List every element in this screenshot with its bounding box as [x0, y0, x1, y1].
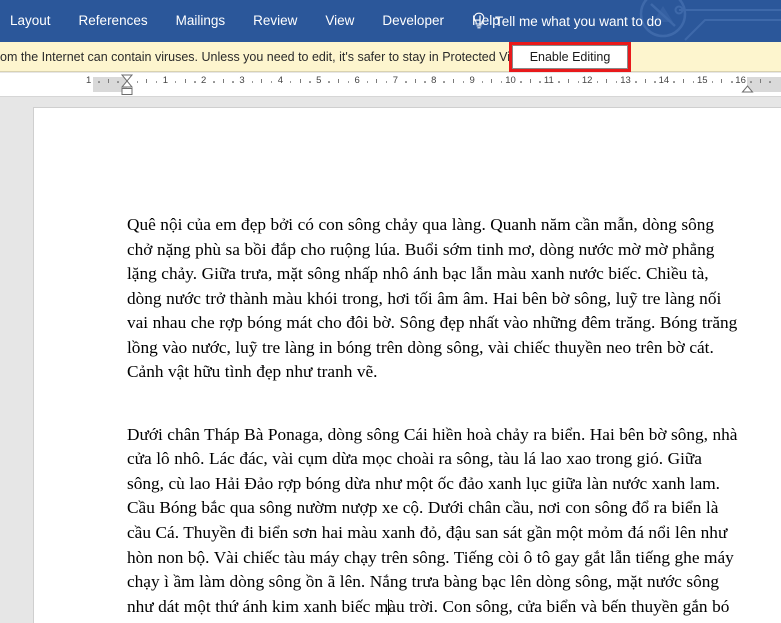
ribbon-tabs: Layout References Mailings Review View D…: [0, 0, 514, 42]
ruler-subtick: [462, 81, 465, 83]
protected-view-bar: om the Internet can contain viruses. Unl…: [0, 42, 781, 72]
ruler-subtick: [405, 81, 407, 83]
ruler-subtick: [491, 79, 493, 83]
ruler-subtick: [232, 81, 234, 83]
ruler-subtick: [721, 79, 723, 83]
ruler-number-2: 2: [201, 75, 207, 86]
ruler-subtick: [366, 81, 369, 83]
ruler-subtick: [337, 79, 339, 83]
ruler-number-3: 3: [239, 75, 245, 86]
ruler-subtick: [577, 81, 580, 83]
ruler-number-12: 12: [581, 75, 593, 86]
tab-developer[interactable]: Developer: [368, 0, 458, 42]
tab-layout[interactable]: Layout: [0, 0, 65, 42]
ruler-subtick: [146, 79, 148, 83]
ruler-subtick: [520, 81, 522, 83]
ruler-subtick: [452, 79, 454, 83]
ruler-number-6: 6: [354, 75, 360, 86]
tab-references[interactable]: References: [65, 0, 162, 42]
ruler-subtick-left: [98, 81, 100, 83]
ruler-subtick: [606, 79, 608, 83]
ruler-subtick: [424, 81, 426, 83]
tab-view[interactable]: View: [311, 0, 368, 42]
enable-editing-button[interactable]: Enable Editing: [512, 45, 628, 69]
ruler-subtick: [222, 79, 224, 83]
tab-mailings[interactable]: Mailings: [162, 0, 240, 42]
paragraph-2[interactable]: Dưới chân Tháp Bà Ponaga, dòng sông Cái …: [127, 423, 743, 623]
ruler-subtick: [194, 81, 196, 83]
ribbon-tab-bar: Layout References Mailings Review View D…: [0, 0, 781, 42]
ruler-subtick: [673, 81, 675, 83]
ruler-subtick: [481, 81, 484, 83]
ruler-number-14: 14: [658, 75, 670, 86]
ruler-subtick: [644, 79, 646, 83]
horizontal-ruler[interactable]: 1 1 2 3 4 5 6 7 8 9 10 11 12 13 14 15 16: [0, 73, 781, 97]
tell-me-label: Tell me what you want to do: [495, 13, 662, 29]
document-canvas[interactable]: Quê nội của em đẹp bởi có con sông chảy …: [0, 98, 781, 623]
tell-me-search-box[interactable]: Tell me what you want to do: [472, 0, 662, 42]
lightbulb-icon: [473, 12, 485, 29]
ruler-subtick: [299, 79, 301, 83]
ruler-number-8: 8: [431, 75, 437, 86]
ruler-subtick: [769, 81, 771, 83]
protected-view-message: om the Internet can contain viruses. Unl…: [0, 49, 529, 64]
paragraph-2-text-before-caret: Dưới chân Tháp Bà Ponaga, dòng sông Cái …: [127, 424, 738, 616]
ruler-number-10: 10: [505, 75, 516, 86]
ruler-number-4: 4: [277, 75, 284, 86]
ruler-subtick-left: [117, 81, 119, 83]
ruler-number-1: 1: [162, 75, 168, 86]
ruler-subtick: [376, 79, 378, 83]
ruler-subtick-left: [107, 79, 109, 83]
ruler-subtick: [347, 81, 349, 83]
ruler-number-9: 9: [469, 75, 475, 86]
ruler-number-7: 7: [392, 75, 399, 86]
hourglass-indent-marker[interactable]: [120, 74, 134, 96]
ruler-subtick: [136, 81, 139, 83]
ruler-subtick: [443, 81, 445, 83]
ruler-subtick: [539, 81, 541, 83]
ruler-number-13: 13: [620, 75, 631, 86]
document-page[interactable]: Quê nội của em đẹp bởi có con sông chảy …: [33, 107, 781, 623]
ruler-subtick: [654, 81, 656, 83]
ruler-subtick: [750, 81, 752, 83]
ruler-subtick: [328, 81, 330, 83]
ruler-number-11: 11: [543, 75, 554, 86]
ruler-subtick: [558, 81, 560, 83]
ruler-subtick: [731, 81, 733, 83]
ruler-number-5: 5: [316, 75, 322, 86]
right-indent-marker[interactable]: [741, 85, 754, 93]
ruler-subtick: [692, 81, 695, 83]
ruler-subtick: [213, 81, 215, 83]
ruler-subtick: [261, 79, 263, 83]
ruler-subtick: [529, 79, 531, 83]
ruler-subtick: [251, 81, 254, 83]
page-body: Quê nội của em đẹp bởi có con sông chảy …: [34, 108, 781, 623]
ruler-subtick: [635, 81, 637, 83]
enable-editing-highlight: Enable Editing: [509, 42, 631, 72]
ruler-subtick: [759, 79, 761, 83]
ruler-number-15: 15: [696, 75, 708, 86]
paragraph-1[interactable]: Quê nội của em đẹp bởi có con sông chảy …: [127, 213, 743, 385]
ruler-subtick: [309, 81, 311, 83]
tab-review[interactable]: Review: [239, 0, 311, 42]
ruler-subtick: [184, 79, 186, 83]
ruler-subtick: [568, 79, 570, 83]
ruler-number-left-1: 1: [85, 75, 92, 86]
ruler-subtick: [683, 79, 685, 83]
ruler-subtick: [414, 79, 416, 83]
